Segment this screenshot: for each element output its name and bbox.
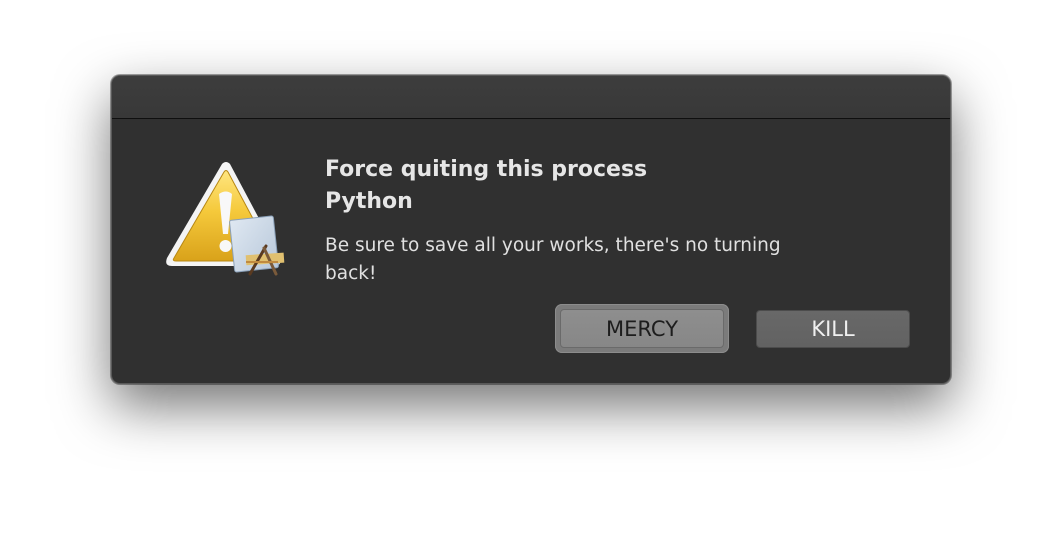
app-badge-icon (229, 215, 285, 276)
dialog-message: Be sure to save all your works, there's … (325, 235, 781, 284)
warning-triangle-icon (166, 162, 285, 276)
alert-dialog: Force quiting this process Python Be sur… (111, 75, 951, 384)
dialog-title-line1: Force quiting this process (325, 157, 648, 182)
desktop-background: Force quiting this process Python Be sur… (0, 0, 1064, 534)
dialog-title-line2: Python (325, 189, 413, 214)
dialog-content: Force quiting this process Python Be sur… (325, 154, 905, 288)
kill-button[interactable]: KILL (756, 310, 910, 348)
mercy-button[interactable]: MERCY (560, 309, 724, 348)
warning-app-icon (164, 162, 288, 280)
dialog-titlebar[interactable] (112, 76, 950, 119)
dialog-title: Force quiting this process Python (325, 154, 905, 218)
